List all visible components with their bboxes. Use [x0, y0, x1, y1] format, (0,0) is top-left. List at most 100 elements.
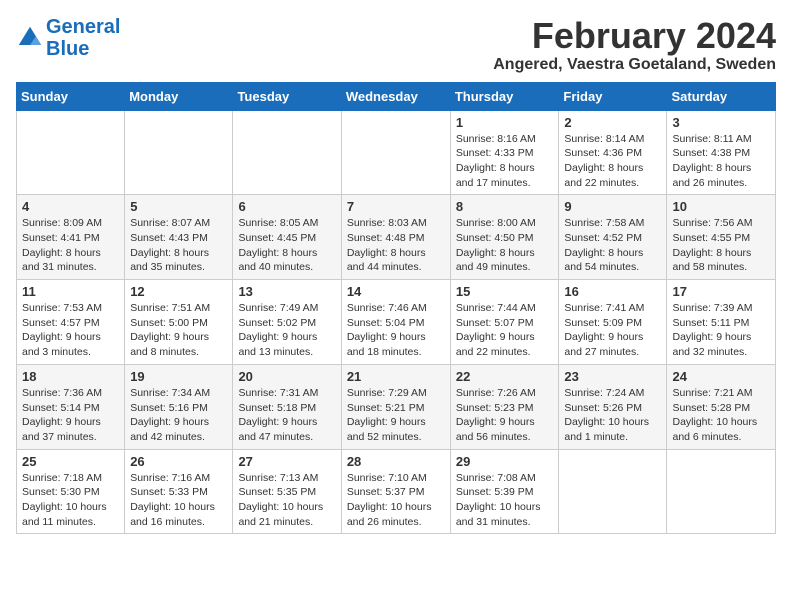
cell-line: Sunrise: 7:56 AM	[672, 217, 752, 229]
cell-line: Sunrise: 7:51 AM	[130, 302, 210, 314]
calendar-cell: 26Sunrise: 7:16 AMSunset: 5:33 PMDayligh…	[125, 449, 233, 534]
cell-line: Daylight: 8 hours	[238, 247, 317, 259]
cell-line: Sunset: 4:52 PM	[564, 232, 642, 244]
calendar-cell: 18Sunrise: 7:36 AMSunset: 5:14 PMDayligh…	[17, 364, 125, 449]
calendar-week-row: 4Sunrise: 8:09 AMSunset: 4:41 PMDaylight…	[17, 195, 776, 280]
day-number: 17	[672, 284, 770, 299]
cell-line: Daylight: 8 hours	[456, 247, 535, 259]
cell-line: Sunset: 4:55 PM	[672, 232, 750, 244]
calendar-cell	[341, 110, 450, 195]
cell-content: Sunrise: 7:16 AMSunset: 5:33 PMDaylight:…	[130, 471, 227, 530]
cell-line: Sunrise: 7:26 AM	[456, 387, 536, 399]
cell-line: and 6 minutes.	[672, 431, 741, 443]
day-number: 25	[22, 454, 119, 469]
cell-line: and 3 minutes.	[22, 346, 91, 358]
cell-content: Sunrise: 7:41 AMSunset: 5:09 PMDaylight:…	[564, 301, 661, 360]
cell-line: and 58 minutes.	[672, 261, 747, 273]
calendar-cell: 9Sunrise: 7:58 AMSunset: 4:52 PMDaylight…	[559, 195, 667, 280]
cell-content: Sunrise: 7:58 AM Sunset: 4:52 PM Daylight:…	[564, 216, 661, 275]
cell-content: Sunrise: 7:13 AMSunset: 5:35 PMDaylight:…	[238, 471, 335, 530]
calendar-cell: 2Sunrise: 8:14 AMSunset: 4:36 PMDaylight…	[559, 110, 667, 195]
cell-line: Daylight: 10 hours	[22, 501, 107, 513]
calendar-cell: 5Sunrise: 8:07 AMSunset: 4:43 PMDaylight…	[125, 195, 233, 280]
calendar-cell: 1Sunrise: 8:16 AMSunset: 4:33 PMDaylight…	[450, 110, 559, 195]
cell-line: Daylight: 10 hours	[672, 416, 757, 428]
calendar-week-row: 1Sunrise: 8:16 AMSunset: 4:33 PMDaylight…	[17, 110, 776, 195]
calendar-cell	[559, 449, 667, 534]
calendar-cell: 4Sunrise: 8:09 AMSunset: 4:41 PMDaylight…	[17, 195, 125, 280]
calendar-cell: 19Sunrise: 7:34 AMSunset: 5:16 PMDayligh…	[125, 364, 233, 449]
cell-line: Sunset: 5:07 PM	[456, 317, 534, 329]
cell-line: and 16 minutes.	[130, 516, 205, 528]
cell-line: Daylight: 10 hours	[238, 501, 323, 513]
calendar-cell: 7Sunrise: 8:03 AMSunset: 4:48 PMDaylight…	[341, 195, 450, 280]
day-header-thursday: Thursday	[450, 82, 559, 110]
cell-line: Daylight: 9 hours	[22, 416, 101, 428]
logo-text: General Blue	[46, 16, 120, 60]
calendar-cell: 29Sunrise: 7:08 AMSunset: 5:39 PMDayligh…	[450, 449, 559, 534]
cell-line: Sunset: 4:48 PM	[347, 232, 425, 244]
calendar-cell: 23 Sunrise: 7:24 AMSunset: 5:26 PMDayligh…	[559, 364, 667, 449]
cell-content: Sunrise: 7:21 AMSunset: 5:28 PMDaylight:…	[672, 386, 770, 445]
cell-line: Sunrise: 8:11 AM	[672, 133, 751, 145]
cell-line: Sunrise: 8:05 AM	[238, 217, 318, 229]
day-number: 21	[347, 369, 445, 384]
calendar-cell	[17, 110, 125, 195]
calendar-cell	[667, 449, 776, 534]
cell-line: Daylight: 9 hours	[130, 416, 209, 428]
day-number: 27	[238, 454, 335, 469]
cell-line: and 21 minutes.	[238, 516, 313, 528]
cell-line: Sunrise: 7:18 AM	[22, 472, 102, 484]
cell-line: and 42 minutes.	[130, 431, 205, 443]
cell-line: and 22 minutes.	[564, 177, 639, 189]
cell-line: Daylight: 9 hours	[672, 331, 751, 343]
cell-content: Sunrise: 7:44 AMSunset: 5:07 PMDaylight:…	[456, 301, 554, 360]
cell-line: Sunset: 5:23 PM	[456, 402, 534, 414]
day-header-friday: Friday	[559, 82, 667, 110]
calendar-cell: 13Sunrise: 7:49 AMSunset: 5:02 PMDayligh…	[233, 280, 341, 365]
cell-line: Sunrise: 7:58 AM	[564, 217, 644, 229]
cell-line: Sunset: 5:04 PM	[347, 317, 425, 329]
calendar-week-row: 11Sunrise: 7:53 AMSunset: 4:57 PMDayligh…	[17, 280, 776, 365]
cell-content: Sunrise: 7:24 AMSunset: 5:26 PMDaylight:…	[564, 386, 661, 445]
day-number: 23	[564, 369, 661, 384]
cell-line: Sunrise: 7:53 AM	[22, 302, 102, 314]
cell-line: Sunset: 5:28 PM	[672, 402, 750, 414]
cell-line: and 56 minutes.	[456, 431, 531, 443]
page-header: General Blue February 2024 Angered, Vaes…	[16, 16, 776, 74]
cell-line: Sunrise: 8:09 AM	[22, 217, 102, 229]
cell-content: Sunrise: 8:11 AMSunset: 4:38 PMDaylight:…	[672, 132, 770, 191]
cell-content: Sunrise: 7:49 AMSunset: 5:02 PMDaylight:…	[238, 301, 335, 360]
cell-content: Sunrise: 7:53 AMSunset: 4:57 PMDaylight:…	[22, 301, 119, 360]
calendar-cell	[233, 110, 341, 195]
cell-content: Sunrise: 7:18 AM Sunset: 5:30 PM Daylight:…	[22, 471, 119, 530]
day-number: 15	[456, 284, 554, 299]
cell-line: Sunset: 5:11 PM	[672, 317, 749, 329]
cell-line: and 18 minutes.	[347, 346, 422, 358]
cell-line: and 26 minutes.	[347, 516, 422, 528]
cell-line: and 17 minutes.	[456, 177, 531, 189]
logo-blue: Blue	[46, 38, 89, 60]
day-number: 1	[456, 115, 554, 130]
day-header-tuesday: Tuesday	[233, 82, 341, 110]
calendar-cell: 15 Sunrise: 7:44 AMSunset: 5:07 PMDayligh…	[450, 280, 559, 365]
cell-line: and 52 minutes.	[347, 431, 422, 443]
cell-line: Daylight: 8 hours	[564, 247, 643, 259]
cell-line: Sunset: 5:21 PM	[347, 402, 425, 414]
day-number: 28	[347, 454, 445, 469]
cell-line: Sunset: 5:02 PM	[238, 317, 316, 329]
cell-line: Daylight: 9 hours	[238, 331, 317, 343]
cell-content: Sunrise: 7:34 AMSunset: 5:16 PMDaylight:…	[130, 386, 227, 445]
cell-line: Daylight: 9 hours	[130, 331, 209, 343]
day-number: 18	[22, 369, 119, 384]
cell-line: Sunrise: 8:03 AM	[347, 217, 427, 229]
logo-general: General	[46, 16, 120, 38]
cell-line: Daylight: 9 hours	[564, 331, 643, 343]
cell-line: Daylight: 8 hours	[672, 247, 751, 259]
cell-line: Sunset: 5:30 PM	[22, 486, 100, 498]
calendar-cell: 22Sunrise: 7:26 AMSunset: 5:23 PMDayligh…	[450, 364, 559, 449]
calendar-cell: 11Sunrise: 7:53 AMSunset: 4:57 PMDayligh…	[17, 280, 125, 365]
cell-line: Sunrise: 7:08 AM	[456, 472, 536, 484]
calendar-cell: 21Sunrise: 7:29 AMSunset: 5:21 PMDayligh…	[341, 364, 450, 449]
cell-line: Sunset: 5:16 PM	[130, 402, 208, 414]
